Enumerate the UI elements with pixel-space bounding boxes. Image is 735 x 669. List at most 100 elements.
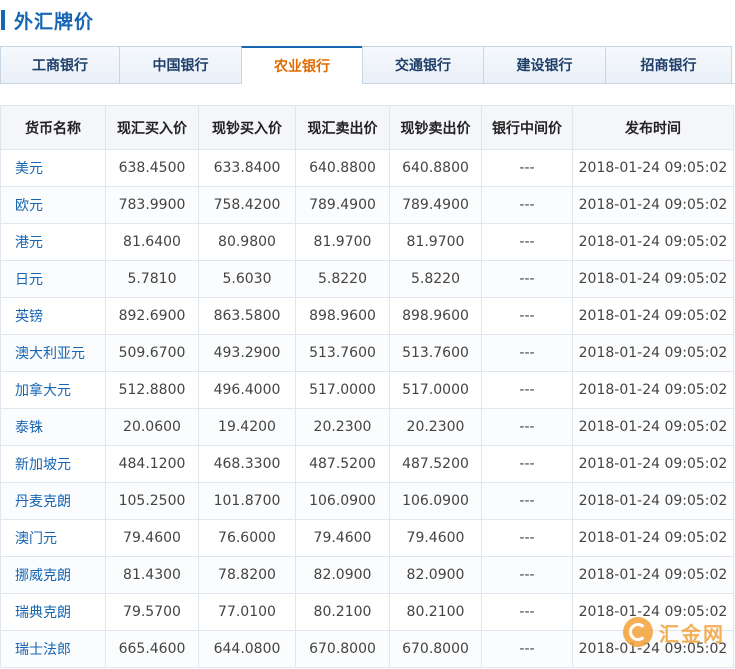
cash-sell-cell: 20.2300 [389, 408, 482, 446]
currency-name-cell[interactable]: 瑞士法郎 [0, 630, 106, 668]
table-row: 挪威克朗 81.4300 78.8200 82.0900 82.0900 --- 2018-… [0, 556, 734, 594]
tab-bocom[interactable]: 交通银行 [362, 46, 484, 83]
tab-abc[interactable]: 农业银行 [241, 46, 363, 84]
tab-boc[interactable]: 中国银行 [119, 46, 242, 83]
middle-rate-cell: --- [481, 186, 573, 224]
publish-time-cell: 2018-01-24 09:05:02 [572, 260, 734, 298]
cash-sell-cell: 80.2100 [389, 593, 482, 631]
table-row: 港元 81.6400 80.9800 81.9700 81.9700 --- 2018-01… [0, 223, 734, 261]
cash-buy-cell: 863.5800 [198, 297, 296, 335]
spot-sell-cell: 106.0900 [295, 482, 390, 520]
table-row: 澳门元 79.4600 76.6000 79.4600 79.4600 --- 2018-0… [0, 519, 734, 557]
middle-rate-cell: --- [481, 149, 573, 187]
cash-sell-cell: 79.4600 [389, 519, 482, 557]
table-body: 美元 638.4500 633.8400 640.8800 640.8800 --- 201… [0, 149, 734, 668]
publish-time-cell: 2018-01-24 09:05:02 [572, 556, 734, 594]
watermark-text: 汇金网 [659, 621, 725, 646]
cash-buy-cell: 468.3300 [198, 445, 296, 483]
publish-time-cell: 2018-01-24 09:05:02 [572, 519, 734, 557]
cash-buy-cell: 758.4200 [198, 186, 296, 224]
col-spot-sell: 现汇卖出价 [295, 105, 390, 150]
currency-name-cell[interactable]: 新加坡元 [0, 445, 106, 483]
middle-rate-cell: --- [481, 445, 573, 483]
tab-ccb[interactable]: 建设银行 [483, 46, 606, 83]
spot-buy-cell: 79.4600 [105, 519, 199, 557]
currency-name-cell[interactable]: 瑞典克朗 [0, 593, 106, 631]
spot-sell-cell: 5.8220 [295, 260, 390, 298]
currency-name-cell[interactable]: 澳大利亚元 [0, 334, 106, 372]
spot-sell-cell: 81.9700 [295, 223, 390, 261]
cash-sell-cell: 670.8000 [389, 630, 482, 668]
spot-sell-cell: 670.8000 [295, 630, 390, 668]
spot-buy-cell: 20.0600 [105, 408, 199, 446]
middle-rate-cell: --- [481, 630, 573, 668]
publish-time-cell: 2018-01-24 09:05:02 [572, 149, 734, 187]
middle-rate-cell: --- [481, 519, 573, 557]
cash-sell-cell: 487.5200 [389, 445, 482, 483]
spot-buy-cell: 81.6400 [105, 223, 199, 261]
spot-buy-cell: 79.5700 [105, 593, 199, 631]
middle-rate-cell: --- [481, 297, 573, 335]
currency-name-cell[interactable]: 澳门元 [0, 519, 106, 557]
cash-buy-cell: 633.8400 [198, 149, 296, 187]
currency-name-cell[interactable]: 日元 [0, 260, 106, 298]
spot-buy-cell: 484.1200 [105, 445, 199, 483]
spot-buy-cell: 512.8800 [105, 371, 199, 409]
middle-rate-cell: --- [481, 556, 573, 594]
spot-buy-cell: 509.6700 [105, 334, 199, 372]
spot-buy-cell: 783.9900 [105, 186, 199, 224]
spot-sell-cell: 82.0900 [295, 556, 390, 594]
cash-sell-cell: 517.0000 [389, 371, 482, 409]
cash-sell-cell: 513.7600 [389, 334, 482, 372]
watermark: 汇金网 [623, 617, 725, 647]
cash-sell-cell: 640.8800 [389, 149, 482, 187]
currency-name-cell[interactable]: 加拿大元 [0, 371, 106, 409]
currency-name-cell[interactable]: 美元 [0, 149, 106, 187]
middle-rate-cell: --- [481, 408, 573, 446]
currency-name-cell[interactable]: 挪威克朗 [0, 556, 106, 594]
table-header-row: 货币名称 现汇买入价 现钞买入价 现汇卖出价 现钞卖出价 银行中间价 发布时间 [0, 105, 734, 150]
cash-sell-cell: 789.4900 [389, 186, 482, 224]
col-cash-sell: 现钞卖出价 [389, 105, 482, 150]
spot-sell-cell: 789.4900 [295, 186, 390, 224]
middle-rate-cell: --- [481, 260, 573, 298]
publish-time-cell: 2018-01-24 09:05:02 [572, 371, 734, 409]
tab-icbc[interactable]: 工商银行 [0, 46, 120, 83]
middle-rate-cell: --- [481, 223, 573, 261]
currency-name-cell[interactable]: 英镑 [0, 297, 106, 335]
cash-sell-cell: 898.9600 [389, 297, 482, 335]
currency-name-cell[interactable]: 丹麦克朗 [0, 482, 106, 520]
table-row: 美元 638.4500 633.8400 640.8800 640.8800 --- 201… [0, 149, 734, 187]
currency-name-cell[interactable]: 泰铢 [0, 408, 106, 446]
table-row: 新加坡元 484.1200 468.3300 487.5200 487.5200 --- 2… [0, 445, 734, 483]
huijin-logo-icon [623, 617, 653, 647]
publish-time-cell: 2018-01-24 09:05:02 [572, 297, 734, 335]
table-row: 加拿大元 512.8800 496.4000 517.0000 517.0000 --- 2… [0, 371, 734, 409]
middle-rate-cell: --- [481, 371, 573, 409]
tab-cmb[interactable]: 招商银行 [605, 46, 732, 83]
currency-name-cell[interactable]: 港元 [0, 223, 106, 261]
page-title: 外汇牌价 [14, 10, 95, 33]
cash-buy-cell: 101.8700 [198, 482, 296, 520]
spot-sell-cell: 517.0000 [295, 371, 390, 409]
col-currency-name: 货币名称 [0, 105, 106, 150]
cash-sell-cell: 106.0900 [389, 482, 482, 520]
publish-time-cell: 2018-01-24 09:05:02 [572, 186, 734, 224]
spot-sell-cell: 487.5200 [295, 445, 390, 483]
middle-rate-cell: --- [481, 334, 573, 372]
publish-time-cell: 2018-01-24 09:05:02 [572, 482, 734, 520]
col-middle-rate: 银行中间价 [481, 105, 573, 150]
cash-buy-cell: 493.2900 [198, 334, 296, 372]
spot-sell-cell: 20.2300 [295, 408, 390, 446]
publish-time-cell: 2018-01-24 09:05:02 [572, 334, 734, 372]
publish-time-cell: 2018-01-24 09:05:02 [572, 445, 734, 483]
spot-sell-cell: 79.4600 [295, 519, 390, 557]
cash-buy-cell: 644.0800 [198, 630, 296, 668]
currency-name-cell[interactable]: 欧元 [0, 186, 106, 224]
spot-buy-cell: 105.2500 [105, 482, 199, 520]
cash-buy-cell: 5.6030 [198, 260, 296, 298]
cash-buy-cell: 496.4000 [198, 371, 296, 409]
table-row: 丹麦克朗 105.2500 101.8700 106.0900 106.0900 --- 2… [0, 482, 734, 520]
col-spot-buy: 现汇买入价 [105, 105, 199, 150]
table-row: 泰铢 20.0600 19.4200 20.2300 20.2300 --- 2018-01… [0, 408, 734, 446]
